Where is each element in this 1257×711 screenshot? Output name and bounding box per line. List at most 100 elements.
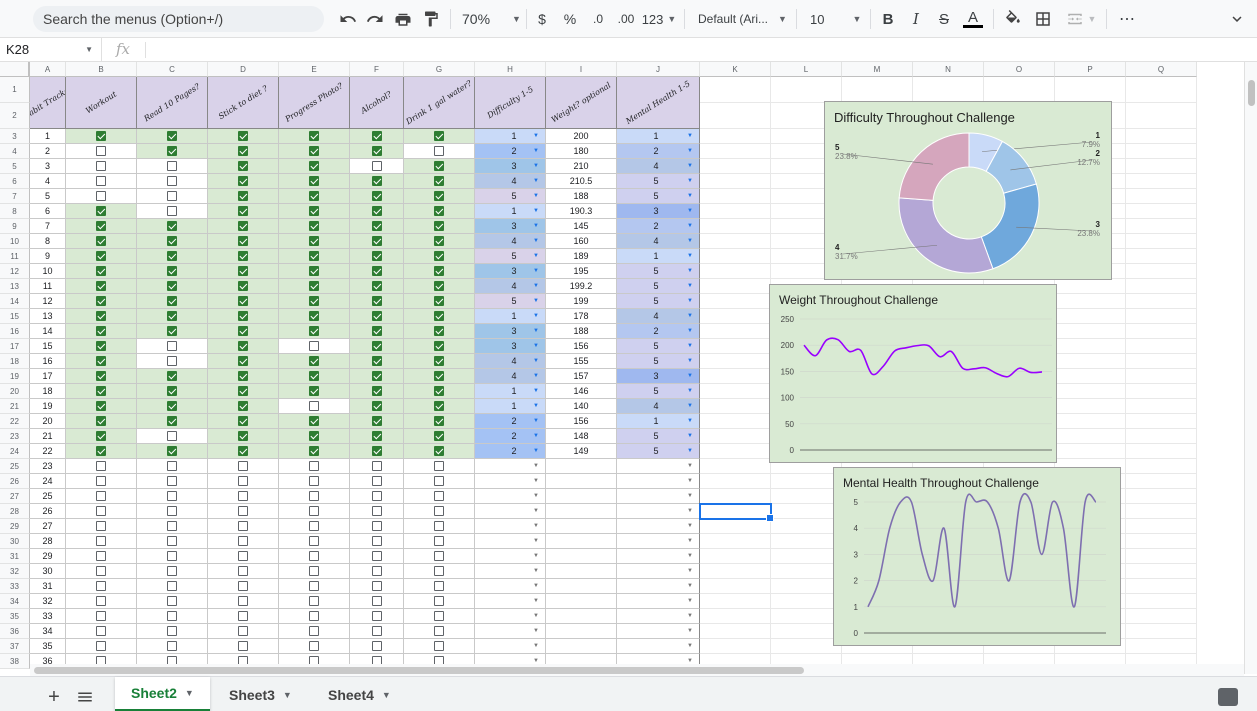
checkbox-checked[interactable] — [371, 341, 382, 351]
checkbox[interactable] — [96, 641, 106, 651]
grid-cell[interactable] — [1126, 159, 1197, 174]
weight-cell[interactable] — [546, 474, 617, 489]
checkbox[interactable] — [434, 581, 444, 591]
data-point[interactable] — [848, 350, 850, 352]
row-header-24[interactable]: 24 — [0, 444, 30, 459]
grid-cell[interactable] — [1126, 564, 1197, 579]
checkbox[interactable] — [238, 461, 248, 471]
column-header-f[interactable]: F — [350, 62, 404, 77]
dropdown-arrow-icon[interactable]: ▼ — [533, 538, 539, 544]
borders-icon[interactable] — [1033, 8, 1053, 30]
checkbox[interactable] — [96, 491, 106, 501]
grid-cell[interactable] — [1126, 384, 1197, 399]
data-point[interactable] — [961, 367, 963, 369]
row-header-1[interactable]: 1 — [0, 77, 30, 103]
checkbox-checked[interactable] — [434, 266, 444, 276]
checkbox[interactable] — [167, 596, 177, 606]
checkbox[interactable] — [309, 581, 319, 591]
checkbox[interactable] — [167, 176, 177, 186]
grid-cell[interactable] — [1126, 399, 1197, 414]
checkbox-checked[interactable] — [238, 401, 248, 411]
grid-cell[interactable] — [1126, 429, 1197, 444]
row-header-34[interactable]: 34 — [0, 594, 30, 609]
grid-cell[interactable] — [700, 279, 771, 294]
dropdown-arrow-icon[interactable]: ▼ — [533, 628, 539, 634]
grid-cell[interactable] — [1126, 279, 1197, 294]
weight-cell[interactable] — [546, 609, 617, 624]
column-header-i[interactable]: I — [546, 62, 617, 77]
checkbox-checked[interactable] — [371, 266, 382, 276]
checkbox[interactable] — [238, 641, 248, 651]
grid-cell[interactable] — [700, 264, 771, 279]
checkbox-checked[interactable] — [434, 356, 444, 366]
checkbox-checked[interactable] — [96, 311, 106, 321]
bold-button[interactable]: B — [879, 8, 897, 30]
donut-slice-5[interactable] — [898, 132, 970, 201]
day-cell[interactable]: 16 — [30, 354, 66, 369]
grid-cell[interactable] — [700, 354, 771, 369]
checkbox-checked[interactable] — [238, 176, 248, 186]
header-cell[interactable]: Drink 1 gal water? — [404, 77, 475, 129]
difficulty-dropdown[interactable]: ▼ — [475, 534, 546, 549]
grid-cell[interactable] — [771, 489, 842, 504]
grid-cell[interactable] — [700, 459, 771, 474]
dropdown-arrow-icon[interactable]: ▼ — [533, 463, 539, 469]
data-point[interactable] — [1019, 501, 1021, 503]
checkbox[interactable] — [96, 581, 106, 591]
checkbox[interactable] — [167, 641, 177, 651]
difficulty-dropdown[interactable]: ▼ — [475, 564, 546, 579]
difficulty-dropdown[interactable]: 4 ▼ — [475, 369, 546, 384]
data-point[interactable] — [899, 501, 901, 503]
mental-health-dropdown[interactable]: 1 ▼ — [617, 414, 700, 429]
dropdown-arrow-icon[interactable]: ▼ — [533, 268, 539, 274]
row-header-31[interactable]: 31 — [0, 549, 30, 564]
data-point[interactable] — [882, 365, 884, 367]
grid-cell[interactable] — [700, 324, 771, 339]
day-cell[interactable]: 14 — [30, 324, 66, 339]
difficulty-dropdown[interactable]: ▼ — [475, 474, 546, 489]
grid-cell[interactable] — [700, 234, 771, 249]
checkbox-checked[interactable] — [309, 221, 319, 231]
data-point[interactable] — [1018, 367, 1020, 369]
dropdown-arrow-icon[interactable]: ▼ — [533, 208, 539, 214]
checkbox-checked[interactable] — [371, 131, 382, 141]
checkbox-checked[interactable] — [371, 191, 382, 201]
grid-cell[interactable] — [700, 369, 771, 384]
day-cell[interactable]: 31 — [30, 579, 66, 594]
checkbox-checked[interactable] — [238, 296, 248, 306]
checkbox[interactable] — [238, 491, 248, 501]
row-header-32[interactable]: 32 — [0, 564, 30, 579]
mental-health-line-chart[interactable]: Mental Health Throughout Challenge 54321… — [833, 467, 1121, 646]
grid-cell[interactable] — [842, 77, 913, 103]
difficulty-dropdown[interactable]: ▼ — [475, 624, 546, 639]
checkbox-checked[interactable] — [434, 281, 444, 291]
difficulty-donut-chart[interactable]: Difficulty Throughout Challenge 1 7.9% 2 12… — [824, 101, 1112, 280]
checkbox[interactable] — [309, 491, 319, 501]
mental-health-dropdown[interactable]: ▼ — [617, 594, 700, 609]
grid-cell[interactable] — [1126, 264, 1197, 279]
mental-health-dropdown[interactable]: 5 ▼ — [617, 384, 700, 399]
row-header-20[interactable]: 20 — [0, 384, 30, 399]
day-cell[interactable]: 3 — [30, 159, 66, 174]
checkbox[interactable] — [96, 536, 106, 546]
data-point[interactable] — [867, 606, 869, 608]
increase-decimal-button[interactable]: .00 — [615, 8, 637, 30]
row-header-15[interactable]: 15 — [0, 309, 30, 324]
dropdown-arrow-icon[interactable]: ▼ — [533, 178, 539, 184]
grid-cell[interactable] — [984, 77, 1055, 103]
row-header-29[interactable]: 29 — [0, 519, 30, 534]
checkbox[interactable] — [96, 191, 106, 201]
grid-cell[interactable] — [1126, 144, 1197, 159]
data-point[interactable] — [1029, 371, 1031, 373]
row-header-26[interactable]: 26 — [0, 474, 30, 489]
checkbox[interactable] — [434, 521, 444, 531]
dropdown-arrow-icon[interactable]: ▼ — [533, 163, 539, 169]
day-cell[interactable]: 20 — [30, 414, 66, 429]
checkbox-checked[interactable] — [238, 431, 248, 441]
grid-cell[interactable] — [1055, 414, 1126, 429]
checkbox-checked[interactable] — [238, 311, 248, 321]
data-point[interactable] — [1051, 501, 1053, 503]
checkbox[interactable] — [309, 521, 319, 531]
grid-cell[interactable] — [1126, 549, 1197, 564]
checkbox-checked[interactable] — [167, 416, 177, 426]
